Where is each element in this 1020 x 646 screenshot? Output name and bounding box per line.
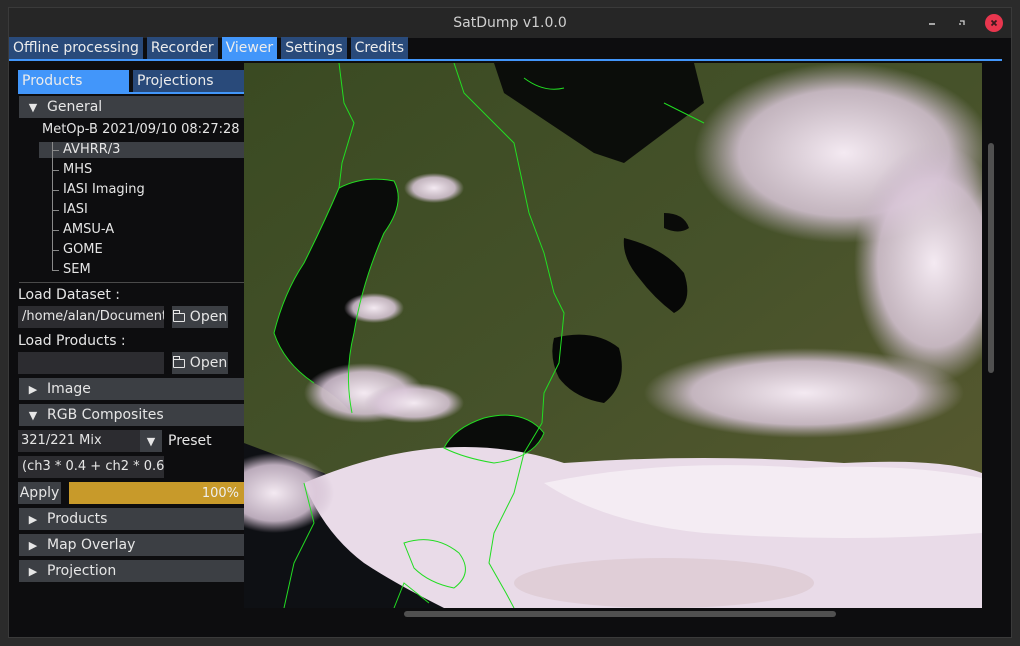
tree-item-avhrr[interactable]: AVHRR/3 <box>63 142 120 157</box>
subtab-products[interactable]: Products <box>18 70 129 92</box>
tree-branch <box>52 170 59 171</box>
dataset-path-input[interactable]: /home/alan/Documents <box>18 306 164 328</box>
load-products-label: Load Products : <box>18 333 126 349</box>
tab-settings[interactable]: Settings <box>281 37 347 59</box>
preset-dropdown[interactable]: 321/221 Mix ▼ <box>18 430 162 452</box>
collapsed-arrow-icon: ▶ <box>28 564 38 578</box>
tree-item-sem[interactable]: SEM <box>63 262 91 277</box>
tab-recorder[interactable]: Recorder <box>146 37 218 59</box>
section-map-overlay[interactable]: ▶ Map Overlay <box>19 534 245 556</box>
tree-item-gome[interactable]: GOME <box>63 242 103 257</box>
section-image[interactable]: ▶ Image <box>19 378 245 400</box>
chevron-down-icon[interactable]: ▼ <box>140 430 162 452</box>
folder-icon <box>172 355 185 368</box>
tab-offline-processing[interactable]: Offline processing <box>9 37 143 59</box>
sidebar-panel: Products Projections ▼ General MetOp-B 2… <box>18 70 245 582</box>
section-general[interactable]: ▼ General <box>19 96 245 118</box>
tab-credits[interactable]: Credits <box>350 37 409 59</box>
collapsed-arrow-icon: ▶ <box>28 538 38 552</box>
expanded-arrow-icon: ▼ <box>28 408 38 422</box>
progress-bar: 100% <box>69 482 244 504</box>
preset-label: Preset <box>168 433 212 449</box>
close-icon[interactable] <box>985 14 1003 32</box>
window-title: SatDump v1.0.0 <box>453 15 567 31</box>
section-rgb-composites[interactable]: ▼ RGB Composites <box>19 404 245 426</box>
open-dataset-button[interactable]: Open <box>172 306 228 328</box>
satellite-image-render <box>244 63 982 608</box>
collapsed-arrow-icon: ▶ <box>28 512 38 526</box>
tab-viewer[interactable]: Viewer <box>221 37 278 59</box>
section-rgb-label: RGB Composites <box>47 407 164 423</box>
tree-branch <box>52 270 59 271</box>
tree-branch <box>52 230 59 231</box>
tree-item-amsu-a[interactable]: AMSU-A <box>63 222 114 237</box>
subtab-underline <box>18 92 245 94</box>
horizontal-scrollbar[interactable] <box>404 611 836 617</box>
separator <box>19 282 245 283</box>
main-tabs: Offline processing Recorder Viewer Setti… <box>9 37 409 59</box>
progress-text: 100% <box>201 485 239 501</box>
maximize-icon[interactable] <box>953 14 971 32</box>
vertical-scrollbar[interactable] <box>988 143 994 373</box>
products-path-input[interactable] <box>18 352 164 374</box>
minimize-icon[interactable] <box>923 14 941 32</box>
open-products-label: Open <box>189 355 228 371</box>
load-dataset-label: Load Dataset : <box>18 287 121 303</box>
tree-branch <box>52 150 59 151</box>
section-general-label: General <box>47 99 103 115</box>
apply-label: Apply <box>19 485 60 501</box>
section-map-overlay-label: Map Overlay <box>47 537 136 553</box>
tab-underline <box>9 59 1002 61</box>
apply-button[interactable]: Apply <box>18 482 61 504</box>
section-products-label: Products <box>47 511 108 527</box>
tree-branch <box>52 210 59 211</box>
subtab-projections[interactable]: Projections <box>133 70 244 92</box>
tree-item-iasi-imaging[interactable]: IASI Imaging <box>63 182 145 197</box>
section-image-label: Image <box>47 381 91 397</box>
open-products-button[interactable]: Open <box>172 352 228 374</box>
collapsed-arrow-icon: ▶ <box>28 382 38 396</box>
expanded-arrow-icon: ▼ <box>28 100 38 114</box>
tree-branch <box>52 190 59 191</box>
section-projection[interactable]: ▶ Projection <box>19 560 245 582</box>
satellite-image[interactable] <box>244 63 982 608</box>
section-products[interactable]: ▶ Products <box>19 508 245 530</box>
tree-item-mhs[interactable]: MHS <box>63 162 92 177</box>
section-projection-label: Projection <box>47 563 117 579</box>
folder-icon <box>172 309 185 322</box>
tree-branch <box>52 250 59 251</box>
title-bar: SatDump v1.0.0 <box>9 8 1011 38</box>
image-viewer <box>244 63 1000 625</box>
open-dataset-label: Open <box>189 309 228 325</box>
rgb-expression-input[interactable]: (ch3 * 0.4 + ch2 * 0.6) * <box>18 456 164 478</box>
dataset-node[interactable]: MetOp-B 2021/09/10 08:27:28 <box>42 122 240 137</box>
preset-value: 321/221 Mix <box>18 430 140 452</box>
tree-item-iasi[interactable]: IASI <box>63 202 88 217</box>
